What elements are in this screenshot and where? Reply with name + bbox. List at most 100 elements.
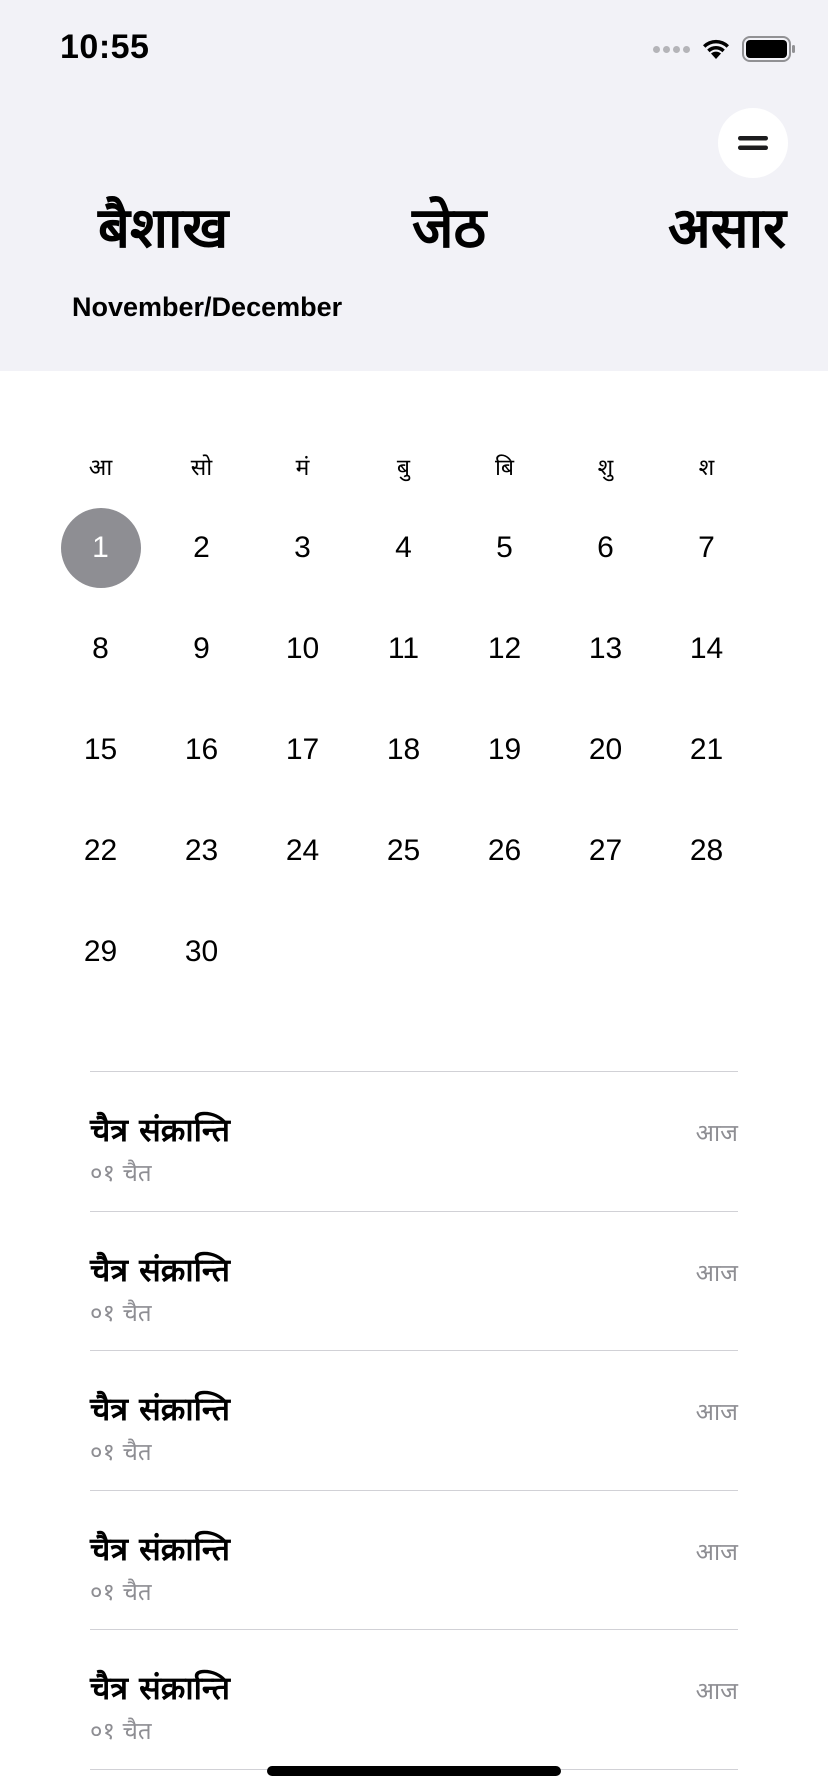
calendar-day[interactable]: 11	[353, 609, 454, 689]
weekday-label: मं	[295, 455, 310, 481]
event-day-label: आज	[695, 1677, 738, 1705]
calendar-day[interactable]: 29	[50, 912, 151, 992]
menu-button[interactable]	[718, 108, 788, 178]
calendar-day[interactable]: 19	[454, 710, 555, 790]
event-list-item[interactable]: चैत्र संक्रान्ति ०१ चैत आज	[90, 1630, 738, 1770]
event-title: चैत्र संक्रान्ति	[90, 1529, 231, 1568]
wifi-icon	[703, 39, 729, 59]
event-list-item[interactable]: चैत्र संक्रान्ति ०१ चैत आज	[90, 1491, 738, 1630]
day-number: 10	[285, 632, 320, 665]
event-date: ०१ चैत	[90, 1577, 152, 1606]
calendar-day[interactable]: 14	[656, 609, 757, 689]
event-day-label: आज	[695, 1119, 738, 1147]
day-number: 5	[496, 531, 513, 564]
day-number: 29	[83, 935, 118, 968]
calendar-day[interactable]: 8	[50, 609, 151, 689]
cellular-signal-icon	[653, 45, 690, 53]
calendar-day[interactable]: 21	[656, 710, 757, 790]
day-number: 14	[689, 632, 724, 665]
day-number: 8	[92, 632, 109, 665]
menu-icon	[738, 136, 768, 150]
day-number: 1	[60, 508, 141, 588]
month-selector: बैशाख जेठ असार	[0, 188, 828, 278]
day-number: 26	[487, 834, 522, 867]
day-number: 30	[184, 935, 219, 968]
day-number: 11	[387, 632, 420, 665]
calendar-day[interactable]: 18	[353, 710, 454, 790]
day-number: 23	[184, 834, 219, 867]
weekday-label: शु	[597, 455, 614, 481]
weekday-label: आ	[88, 455, 113, 481]
day-number: 27	[588, 834, 623, 867]
event-list-item[interactable]: चैत्र संक्रान्ति ०१ चैत आज	[90, 1072, 738, 1212]
event-day-label: आज	[695, 1537, 738, 1566]
calendar-day[interactable]: 16	[151, 710, 252, 790]
event-title: चैत्र संक्रान्ति	[90, 1111, 231, 1149]
calendar-day[interactable]: 22	[50, 811, 151, 891]
calendar-day[interactable]: 30	[151, 912, 252, 992]
month-tab-next[interactable]: असार	[668, 188, 786, 264]
header-area: 10:55 बैशाख जेठ असार November/December	[0, 0, 828, 371]
event-list-item[interactable]: चैत्र संक्रान्ति ०१ चैत आज	[90, 1351, 738, 1491]
status-time: 10:55	[60, 28, 150, 66]
weekday-label: बु	[396, 455, 411, 481]
events-list: चैत्र संक्रान्ति ०१ चैत आज चैत्र संक्रान…	[90, 1071, 738, 1770]
calendar-day[interactable]: 7	[656, 508, 757, 588]
day-number: 4	[395, 531, 412, 564]
event-list-item[interactable]: चैत्र संक्रान्ति ०१ चैत आज	[90, 1212, 738, 1351]
calendar-day[interactable]: 5	[454, 508, 555, 588]
weekday-label: सो	[190, 455, 213, 481]
day-number: 7	[698, 531, 715, 564]
calendar-day[interactable]: 15	[50, 710, 151, 790]
event-title: चैत्र संक्रान्ति	[90, 1250, 231, 1289]
calendar-day[interactable]: 13	[555, 609, 656, 689]
event-date: ०१ चैत	[90, 1159, 152, 1187]
weekday-label: बि	[494, 455, 515, 481]
calendar-day[interactable]: 23	[151, 811, 252, 891]
day-number: 28	[689, 834, 724, 867]
calendar-day[interactable]: 26	[454, 811, 555, 891]
calendar-day[interactable]: 12	[454, 609, 555, 689]
day-number: 15	[83, 733, 118, 766]
event-day-label: आज	[695, 1258, 738, 1287]
weekday-label: श	[698, 455, 715, 481]
event-day-label: आज	[695, 1398, 738, 1426]
calendar-day[interactable]: 4	[353, 508, 454, 588]
day-number: 25	[386, 834, 421, 867]
month-tab-current[interactable]: जेठ	[412, 188, 486, 264]
calendar-grid: 1 2 3 4 5 6 7 8 9 10 11 12 13 14 15 16 1…	[50, 508, 758, 1013]
day-number: 17	[285, 733, 320, 766]
calendar-day-selected[interactable]: 1	[50, 508, 151, 588]
status-icons	[653, 36, 796, 62]
home-indicator[interactable]	[267, 1766, 561, 1776]
event-title: चैत्र संक्रान्ति	[90, 1669, 231, 1707]
battery-icon	[742, 36, 795, 62]
day-number: 2	[193, 531, 210, 564]
calendar-day[interactable]: 9	[151, 609, 252, 689]
day-number: 9	[193, 632, 210, 665]
weekday-header: आ सो मं बु बि शु श	[50, 450, 758, 486]
calendar-day[interactable]: 24	[252, 811, 353, 891]
event-date: ०१ चैत	[90, 1717, 152, 1745]
calendar-day[interactable]: 3	[252, 508, 353, 588]
event-date: ०१ चैत	[90, 1438, 152, 1466]
calendar-day[interactable]: 27	[555, 811, 656, 891]
day-number: 20	[588, 733, 623, 766]
day-number: 18	[386, 733, 421, 766]
event-title: चैत्र संक्रान्ति	[90, 1390, 231, 1428]
day-number: 12	[487, 632, 522, 665]
calendar-day[interactable]: 6	[555, 508, 656, 588]
calendar-day[interactable]: 20	[555, 710, 656, 790]
calendar-day[interactable]: 17	[252, 710, 353, 790]
month-tab-previous[interactable]: बैशाख	[98, 188, 228, 264]
calendar-day[interactable]: 25	[353, 811, 454, 891]
day-number: 22	[83, 834, 118, 867]
calendar-day[interactable]: 28	[656, 811, 757, 891]
day-number: 3	[294, 531, 311, 564]
day-number: 6	[597, 531, 614, 564]
calendar-day[interactable]: 10	[252, 609, 353, 689]
day-number: 16	[184, 733, 219, 766]
calendar-day[interactable]: 2	[151, 508, 252, 588]
event-date: ०१ चैत	[90, 1298, 152, 1327]
day-number: 13	[588, 632, 623, 665]
